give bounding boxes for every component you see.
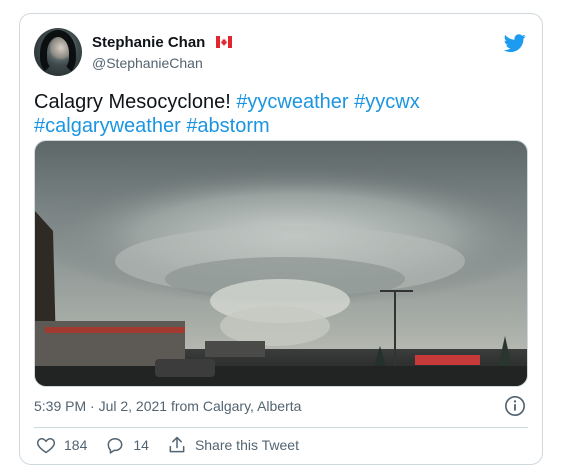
tweet-photo[interactable] bbox=[34, 140, 528, 387]
tweet-card[interactable]: Stephanie Chan @StephanieChan Calagry Me… bbox=[19, 13, 543, 465]
tweet-timestamp[interactable]: 5:39 PM · Jul 2, 2021 from Calgary, Albe… bbox=[34, 398, 301, 414]
twitter-bird-icon[interactable] bbox=[504, 32, 526, 54]
author-handle[interactable]: @StephanieChan bbox=[92, 54, 203, 72]
hashtag-link[interactable]: #calgaryweather bbox=[34, 115, 181, 137]
tweet-text: Calagry Mesocyclone! #yycweather #yycwx … bbox=[34, 90, 529, 138]
reply-count: 14 bbox=[133, 437, 149, 453]
reply-icon bbox=[107, 438, 123, 454]
author-name-row[interactable]: Stephanie Chan bbox=[92, 34, 232, 52]
like-count: 184 bbox=[64, 437, 88, 453]
author-name[interactable]: Stephanie Chan bbox=[92, 34, 205, 51]
hashtag-link[interactable]: #yycweather bbox=[236, 91, 348, 113]
share-icon bbox=[169, 436, 185, 453]
tweet-body: Calagry Mesocyclone! bbox=[34, 91, 237, 113]
share-button[interactable]: Share this Tweet bbox=[167, 435, 299, 455]
like-button[interactable]: 184 bbox=[36, 435, 87, 455]
heart-icon bbox=[36, 437, 56, 454]
tweet-actions: 184 14 Share this Tweet bbox=[36, 434, 317, 456]
avatar[interactable] bbox=[34, 28, 82, 76]
canada-flag-icon bbox=[215, 35, 232, 48]
hashtag-link[interactable]: #yycwx bbox=[354, 91, 420, 113]
share-label: Share this Tweet bbox=[194, 437, 299, 453]
hashtag-link[interactable]: #abstorm bbox=[186, 115, 269, 137]
reply-button[interactable]: 14 bbox=[105, 435, 149, 455]
info-icon[interactable] bbox=[504, 395, 526, 417]
divider bbox=[34, 427, 528, 428]
